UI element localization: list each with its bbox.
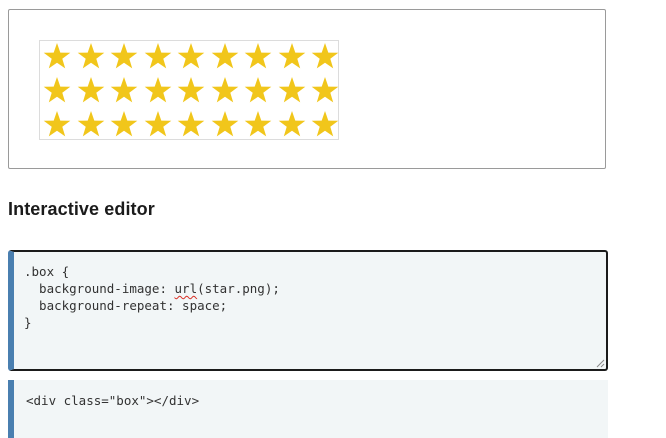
star-icon	[77, 77, 104, 103]
star-box	[39, 40, 339, 140]
star-icon	[211, 77, 238, 103]
output-preview	[8, 9, 606, 169]
spellcheck-squiggle: url	[174, 281, 198, 296]
star-icon	[144, 43, 171, 69]
star-icon	[77, 111, 104, 137]
star-icon	[144, 77, 171, 103]
star-icon	[211, 43, 238, 69]
star-icon	[110, 77, 138, 103]
html-code-editor[interactable]: <div class="box"></div>	[8, 380, 608, 438]
code-line: background-image: url(star.png);	[24, 281, 280, 296]
star-icon	[244, 111, 272, 137]
star-icon	[77, 43, 104, 69]
star-icon	[244, 77, 272, 103]
star-icon	[177, 111, 205, 137]
css-code-editor[interactable]: .box { background-image: url(star.png); …	[8, 250, 608, 371]
code-line: <div class="box"></div>	[26, 393, 200, 408]
code-line: }	[24, 315, 32, 330]
star-icon	[144, 111, 171, 137]
code-line: background-repeat: space;	[24, 298, 228, 313]
star-icon	[177, 77, 205, 103]
star-icon	[110, 111, 138, 137]
star-icon	[244, 43, 272, 69]
star-icon	[43, 77, 71, 103]
star-icon	[278, 43, 305, 69]
star-icon	[311, 77, 339, 103]
star-icon	[211, 111, 238, 137]
star-icon	[278, 111, 305, 137]
star-icon	[110, 43, 138, 69]
resize-handle-icon[interactable]	[596, 359, 605, 368]
star-icon	[278, 77, 305, 103]
star-icon	[311, 111, 339, 137]
star-icon	[43, 43, 71, 69]
section-heading: Interactive editor	[8, 199, 155, 219]
star-icon	[43, 111, 71, 137]
star-icon	[177, 43, 205, 69]
star-icon	[311, 43, 339, 69]
code-line: .box {	[24, 264, 70, 279]
